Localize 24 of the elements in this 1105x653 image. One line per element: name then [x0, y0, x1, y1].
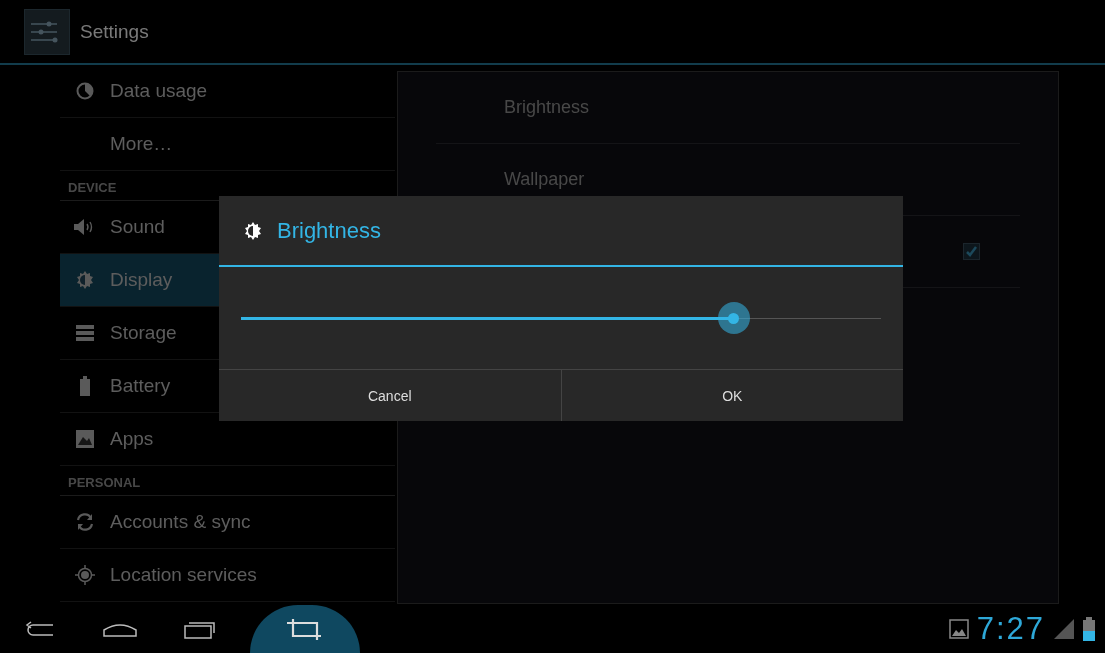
dialog-title: Brightness [277, 217, 381, 244]
clock: 7:27 [976, 611, 1045, 647]
battery-icon [79, 376, 91, 396]
sidebar-item[interactable]: Accounts & sync [60, 496, 395, 549]
pie-chart-icon [76, 82, 94, 100]
back-arrow-icon [25, 621, 55, 637]
sync-icon [75, 512, 95, 532]
storage-icon [75, 324, 95, 342]
section-header: PERSONAL [60, 466, 395, 496]
battery-icon [1083, 617, 1095, 641]
settings-row[interactable]: Brightness [436, 72, 1020, 144]
app-title: Settings [80, 20, 149, 43]
checkbox[interactable] [963, 243, 980, 260]
picture-icon[interactable] [948, 619, 969, 639]
sun-icon [75, 270, 95, 290]
sidebar-item[interactable]: Location services [60, 549, 395, 602]
dialog-button[interactable]: OK [560, 370, 903, 421]
apps-icon [75, 429, 95, 449]
signal-icon [1053, 618, 1075, 640]
sidebar-item[interactable]: More… [60, 118, 395, 171]
sidebar-item[interactable]: Data usage [60, 65, 395, 118]
sun-icon [243, 220, 263, 241]
location-icon [75, 565, 95, 585]
slider-thumb[interactable] [717, 302, 750, 334]
